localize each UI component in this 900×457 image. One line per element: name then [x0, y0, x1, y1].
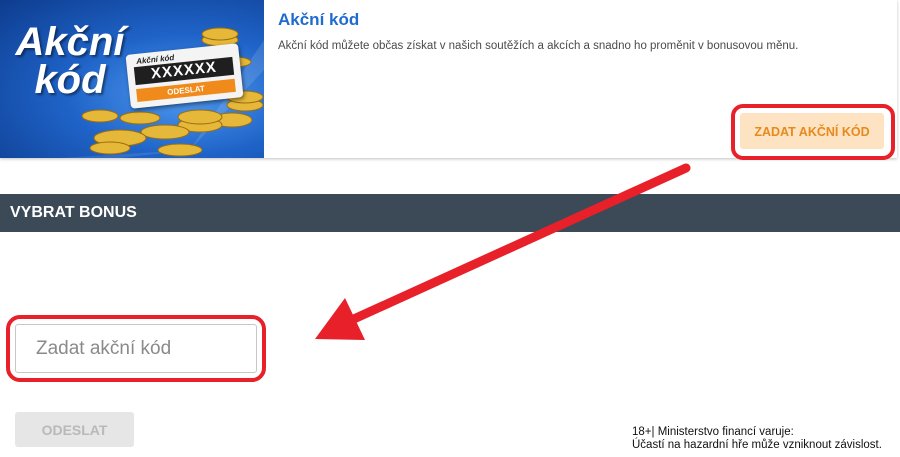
- promo-card: Akční kód Akční kód XXXXXX ODESLAT Akční…: [0, 0, 897, 160]
- submit-button[interactable]: ODESLAT: [15, 412, 134, 447]
- promo-description: Akční kód můžete občas získat v našich s…: [278, 40, 799, 52]
- banner-title-line2: kód: [34, 58, 106, 102]
- gambling-warning: 18+| Ministerstvo financí varuje: Účastí…: [632, 426, 882, 452]
- promo-title: Akční kód: [278, 10, 360, 29]
- banner-title-line1: Akční: [15, 20, 125, 64]
- warning-line1: 18+| Ministerstvo financí varuje:: [632, 426, 794, 438]
- arrow-head: [315, 298, 365, 340]
- enter-promo-code-button[interactable]: ZADAT AKČNÍ KÓD: [740, 113, 884, 149]
- promo-code-input[interactable]: [15, 324, 257, 373]
- promo-banner-image: Akční kód Akční kód XXXXXX ODESLAT: [0, 0, 264, 158]
- section-header: VYBRAT BONUS: [0, 194, 900, 232]
- warning-line2: Účastí na hazardní hře může vzniknout zá…: [632, 439, 882, 451]
